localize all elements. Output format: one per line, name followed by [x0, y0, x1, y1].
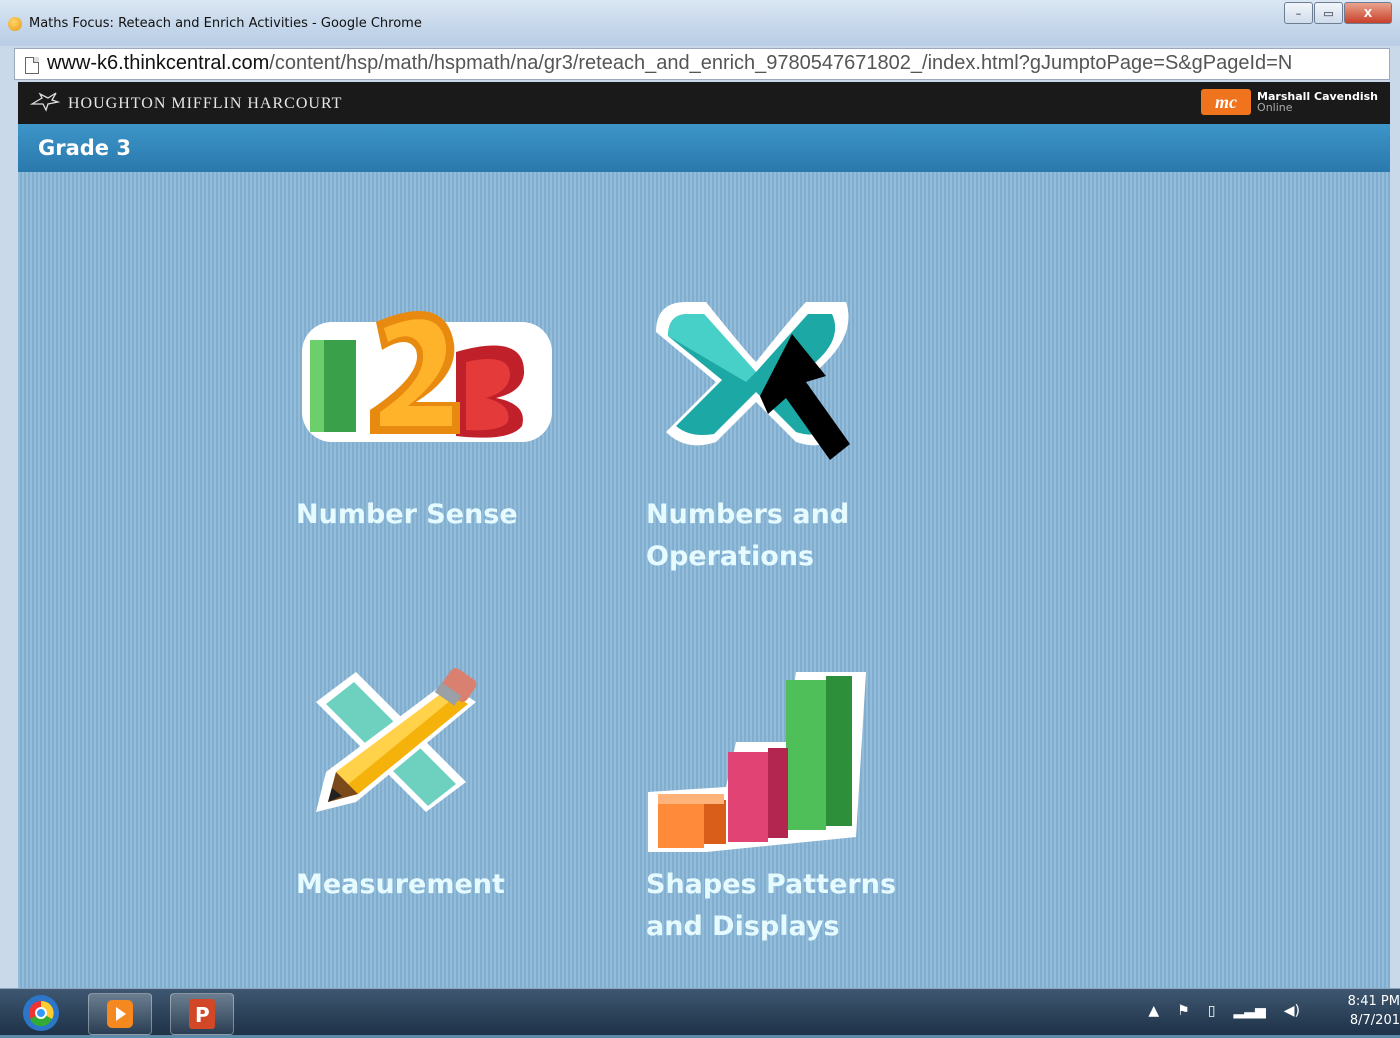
clock-date: 8/7/201 [1349, 1013, 1400, 1028]
url-host: www-k6.thinkcentral.com [47, 52, 270, 74]
numbers-123-icon [302, 311, 552, 442]
system-tray: ▲ ⚑ ▯ ▂▃▅ ◀) [1148, 1003, 1300, 1019]
maximize-button[interactable]: ▭ [1314, 2, 1343, 24]
tile-label: Numbers and Operations [646, 499, 850, 572]
clock-time: 8:41 PM [1347, 994, 1400, 1009]
url-text[interactable]: www-k6.thinkcentral.com/content/hsp/math… [47, 52, 1292, 75]
tile-label: Measurement [296, 869, 505, 900]
power-icon[interactable]: ▯ [1208, 1003, 1216, 1019]
window-title: Maths Focus: Reteach and Enrich Activiti… [29, 16, 422, 31]
close-button[interactable]: X [1344, 2, 1392, 24]
chrome-favicon-icon [8, 17, 22, 31]
mouse-pointer-icon [760, 334, 850, 460]
taskbar-powerpoint[interactable]: P [170, 993, 234, 1035]
window-controls: – ▭ X [1283, 2, 1392, 24]
action-center-flag-icon[interactable]: ⚑ [1177, 1003, 1190, 1019]
tile-measurement[interactable]: Measurement [296, 662, 576, 942]
pencil-ruler-icon [316, 668, 477, 812]
tile-label: Shapes Patterns and Displays [646, 869, 897, 942]
mc-logo-icon: mc [1201, 89, 1252, 115]
publisher-name: HOUGHTON MIFFLIN HARCOURT [68, 94, 343, 112]
powerpoint-icon: P [189, 999, 215, 1029]
volume-icon[interactable]: ◀) [1284, 1003, 1300, 1019]
address-bar[interactable]: www-k6.thinkcentral.com/content/hsp/math… [14, 48, 1390, 80]
clock[interactable]: 8:41 PM 8/7/201 [1338, 992, 1400, 1030]
tile-shapes-patterns-displays[interactable]: Shapes Patterns and Displays [646, 662, 946, 962]
tile-label: Number Sense [296, 499, 518, 530]
minimize-button[interactable]: – [1284, 2, 1313, 24]
taskbar-media-player[interactable] [88, 993, 152, 1035]
page-title: Grade 3 [38, 136, 131, 160]
network-signal-icon[interactable]: ▂▃▅ [1233, 1003, 1265, 1019]
publisher-header: HOUGHTON MIFFLIN HARCOURT mc Marshall Ca… [18, 82, 1390, 124]
page-icon [25, 57, 39, 74]
hmh-logo[interactable]: HOUGHTON MIFFLIN HARCOURT [29, 90, 343, 117]
show-hidden-icons-icon[interactable]: ▲ [1148, 1003, 1159, 1019]
start-button[interactable] [12, 993, 70, 1033]
browser-window: Maths Focus: Reteach and Enrich Activiti… [0, 0, 1400, 988]
bar-graph-icon [648, 672, 866, 852]
title-bar: Maths Focus: Reteach and Enrich Activiti… [0, 0, 1400, 46]
media-player-icon [107, 1000, 133, 1028]
taskbar: P ▲ ⚑ ▯ ▂▃▅ ◀) 8:41 PM 8/7/201 [0, 988, 1400, 1035]
partner-sub: Online [1257, 101, 1293, 114]
right-frame [1390, 82, 1400, 988]
marshall-cavendish-logo[interactable]: mc Marshall Cavendish Online [1201, 89, 1378, 115]
svg-text:P: P [195, 1003, 210, 1027]
url-path: /content/hsp/math/hspmath/na/gr3/reteach… [269, 52, 1293, 74]
hmh-bird-icon [29, 90, 61, 117]
left-frame [0, 82, 18, 988]
topic-menu: Number Sense Numbers and Operations Meas… [18, 172, 1390, 988]
tile-number-sense[interactable]: Number Sense [296, 292, 576, 572]
grade-bar: Grade 3 [18, 124, 1390, 172]
